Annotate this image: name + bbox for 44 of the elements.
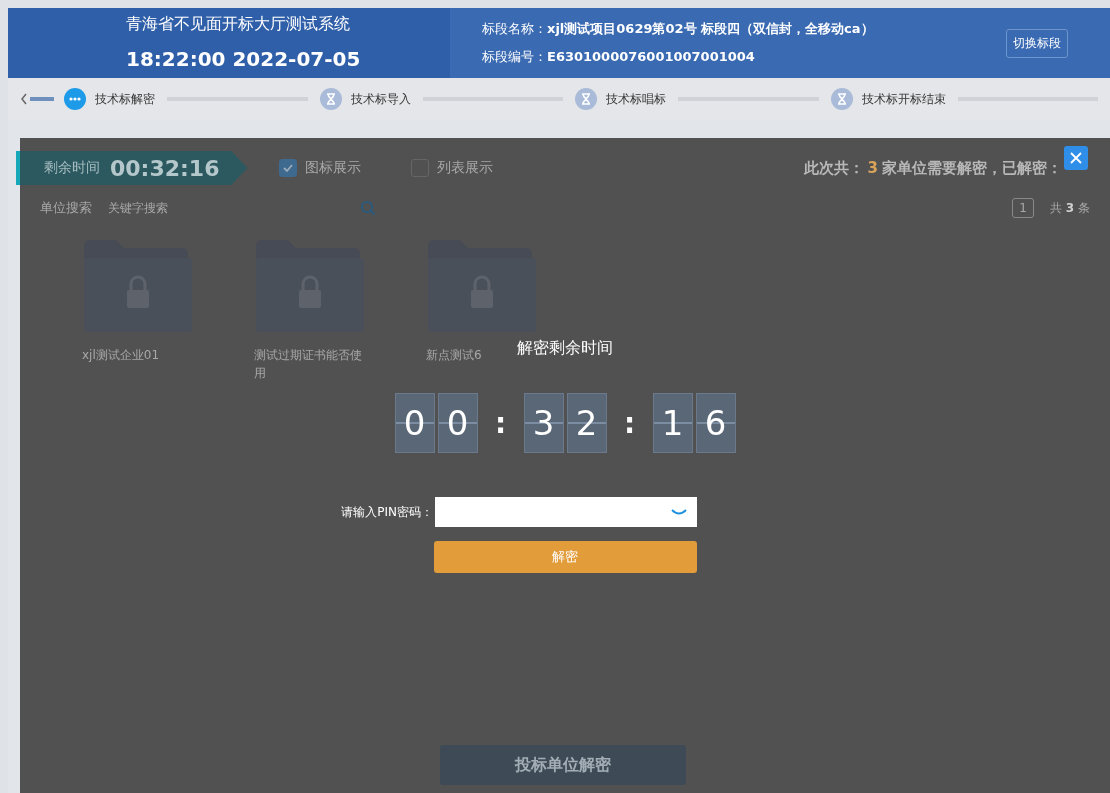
view-option-label[interactable]: 图标展示 (305, 159, 362, 177)
countdown-separator: : (493, 406, 508, 440)
decrypt-summary: 此次共： 3 家单位需要解密，已解密： (803, 158, 1062, 178)
step-label[interactable]: 技术标解密 (95, 90, 155, 108)
close-icon (1070, 152, 1082, 164)
view-option-label[interactable]: 列表展示 (437, 159, 494, 177)
countdown-digit: 6 (695, 393, 736, 453)
pin-label: 请输入PIN密码： (340, 503, 433, 521)
countdown-digit: 0 (437, 393, 478, 453)
switch-section-button[interactable]: 切换标段 (1006, 28, 1068, 58)
countdown-digit: 3 (523, 393, 564, 453)
search-icon[interactable] (360, 200, 376, 216)
step-label[interactable]: 技术标唱标 (606, 90, 666, 108)
step-label[interactable]: 技术标导入 (350, 90, 411, 108)
search-field[interactable]: 关键字搜索 (106, 200, 350, 216)
section-name: xjl测试项目0629第02号 标段四（双信封，全移动ca） (547, 21, 874, 36)
close-button[interactable] (1064, 146, 1088, 170)
locked-folder-icon[interactable] (426, 240, 538, 332)
bidder-name: xjl测试企业01 (82, 347, 160, 364)
remaining-time-label: 剩余时间 (44, 159, 100, 177)
locked-folder-icon[interactable] (82, 240, 194, 332)
bidder-name: 新点测试6 (426, 347, 482, 364)
countdown-separator: : (622, 406, 637, 440)
step-label[interactable]: 技术标开标结束 (861, 90, 946, 108)
section-name-label: 标段名称： (482, 21, 547, 36)
chevron-left-icon[interactable] (20, 93, 28, 105)
total-count: 共 3 条 (1050, 199, 1090, 217)
remaining-time-value: 00:32:16 (110, 155, 220, 181)
countdown-digit: 1 (652, 393, 693, 453)
date-time: 18:22:00 2022-07-05 (126, 47, 362, 71)
system-title: 青海省不见面开标大厅测试系统 (126, 14, 351, 35)
search-label: 单位搜索 (40, 199, 92, 217)
checkbox[interactable] (279, 159, 298, 177)
dialog-title: 解密剩余时间 (517, 338, 613, 359)
locked-folder-icon[interactable] (254, 240, 366, 332)
bidder-name: 测试过期证书能否使用 (254, 347, 363, 382)
countdown-digit: 0 (394, 393, 435, 453)
section-code-label: 标段编号： (482, 49, 547, 64)
loading-spinner-icon (671, 508, 687, 516)
pin-input-field[interactable] (435, 497, 697, 527)
page-number-button[interactable]: 1 (1012, 198, 1034, 218)
countdown-digit: 2 (566, 393, 607, 453)
section-code: E6301000076001007001004 (547, 49, 755, 64)
bidder-decrypt-button[interactable]: 投标单位解密 (440, 745, 686, 785)
